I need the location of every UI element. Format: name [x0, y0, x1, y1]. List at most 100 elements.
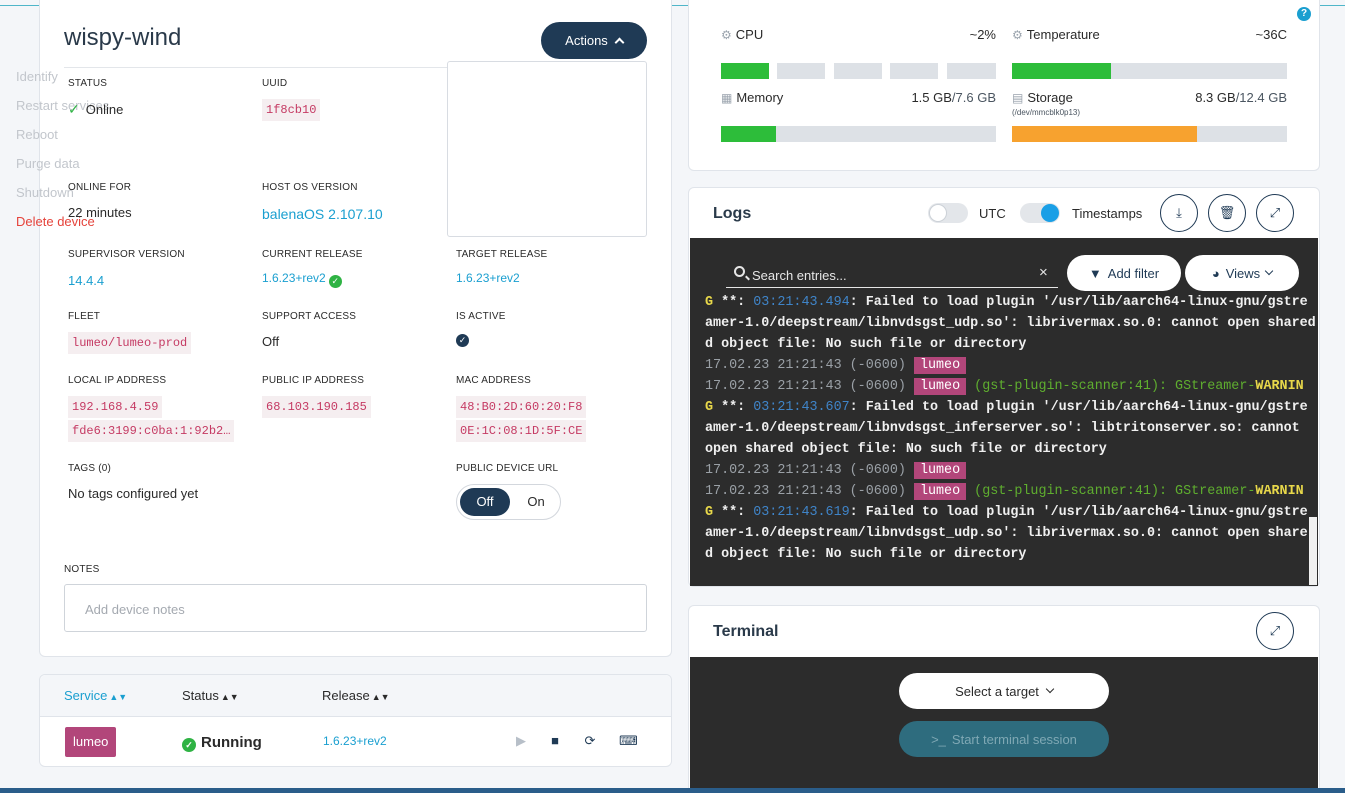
- log-time: 03:21:43.619: [753, 505, 850, 520]
- restart-icon[interactable]: ⟳: [581, 733, 599, 749]
- log-text: open shared object file: No such file or…: [705, 442, 1107, 457]
- cpu-bar-segment: [834, 63, 882, 79]
- host-os-link[interactable]: balenaOS 2.107.10: [262, 206, 383, 222]
- fleet-link[interactable]: lumeo/lumeo-prod: [68, 332, 192, 354]
- storage-bar: [1012, 126, 1287, 142]
- target-release-label: TARGET RELEASE: [456, 249, 548, 260]
- notes-textarea[interactable]: Add device notes: [64, 584, 647, 632]
- local-ip-value[interactable]: 192.168.4.59: [68, 396, 163, 418]
- chevron-up-icon: [614, 37, 625, 48]
- support-access-label: SUPPORT ACCESS: [262, 311, 357, 322]
- temperature-label: ⚙ Temperature: [1012, 27, 1100, 42]
- play-icon[interactable]: ▶: [512, 733, 530, 749]
- sort-icon: ▲▼: [220, 692, 239, 702]
- expand-terminal-button[interactable]: ⤢: [1256, 612, 1294, 650]
- cpu-bar-segment: [777, 63, 825, 79]
- menu-item-reboot[interactable]: Reboot: [16, 127, 58, 142]
- status-value: ✓ Online: [68, 101, 123, 118]
- online-for-label: ONLINE FOR: [68, 182, 132, 193]
- online-for-value: 22 minutes: [68, 205, 132, 220]
- log-text: amer-1.0/deepstream/libnvdsgst_udp.so': …: [705, 316, 1316, 331]
- uuid-label: UUID: [262, 78, 288, 89]
- mac-address-value[interactable]: 0E:1C:08:1D:5F:CE: [456, 420, 587, 442]
- log-scrollbar[interactable]: [1309, 517, 1317, 585]
- notes-label: NOTES: [64, 564, 100, 575]
- log-text: : Failed to load plugin '/usr/lib/aarch6…: [849, 505, 1308, 520]
- menu-item-purge-data[interactable]: Purge data: [16, 156, 80, 171]
- public-url-on-option[interactable]: On: [515, 488, 557, 516]
- status-text: Online: [85, 102, 124, 117]
- log-text: **:: [721, 295, 754, 310]
- column-header-service[interactable]: Service ▲▼: [64, 688, 127, 703]
- host-os-label: HOST OS VERSION: [262, 182, 358, 193]
- actions-menu: [447, 61, 647, 237]
- log-line: amer-1.0/deepstream/libnvdsgst_inferserv…: [705, 418, 1300, 439]
- log-line: 17.02.23 21:21:43 (-0600) lumeo (gst-plu…: [705, 481, 1304, 502]
- divider: [64, 67, 448, 68]
- start-session-label: Start terminal session: [951, 731, 1077, 747]
- column-header-status[interactable]: Status ▲▼: [182, 688, 239, 703]
- cpu-bar-segment: [947, 63, 996, 79]
- menu-item-identify[interactable]: Identify: [16, 69, 58, 84]
- log-search-input[interactable]: Search entries... ×: [726, 262, 1058, 288]
- select-target-dropdown[interactable]: Select a target: [899, 673, 1109, 709]
- mac-address-value[interactable]: 48:B0:2D:60:20:F8: [456, 396, 587, 418]
- memory-icon: ▦: [721, 91, 733, 105]
- device-metrics-card: [688, 0, 1320, 171]
- start-terminal-session-button[interactable]: >_ Start terminal session: [899, 721, 1109, 757]
- log-timestamp: 17.02.23 21:21:43 (-0600): [705, 463, 914, 478]
- log-level: G: [705, 505, 722, 520]
- clear-logs-button[interactable]: 🗑: [1208, 194, 1246, 232]
- column-header-release[interactable]: Release ▲▼: [322, 688, 390, 703]
- actions-button[interactable]: Actions: [541, 22, 647, 59]
- log-time: 03:21:43.494: [753, 295, 850, 310]
- public-url-off-option[interactable]: Off: [460, 488, 510, 516]
- log-timestamp: 17.02.23 21:21:43 (-0600): [705, 484, 914, 499]
- download-icon: ⤓: [1176, 205, 1182, 220]
- service-name-badge[interactable]: lumeo: [65, 727, 117, 757]
- log-line: 17.02.23 21:21:43 (-0600) lumeo (gst-plu…: [705, 376, 1304, 397]
- check-icon: ✓: [68, 101, 80, 117]
- close-icon[interactable]: ×: [1039, 264, 1048, 281]
- mac-address-label: MAC ADDRESS: [456, 375, 531, 386]
- search-placeholder: Search entries...: [752, 268, 847, 283]
- log-line: 17.02.23 21:21:43 (-0600) lumeo: [705, 460, 967, 481]
- utc-label: UTC: [979, 206, 1006, 221]
- target-release-link[interactable]: 1.6.23+rev2: [456, 271, 520, 285]
- log-text: **:: [721, 400, 754, 415]
- views-label: Views: [1225, 265, 1261, 281]
- check-circle-icon: ✓: [182, 738, 196, 752]
- storage-icon: ▤: [1012, 91, 1024, 105]
- uuid-value[interactable]: 1f8cb10: [262, 99, 321, 121]
- utc-toggle[interactable]: [928, 203, 968, 223]
- local-ip-label: LOCAL IP ADDRESS: [68, 375, 167, 386]
- service-status: ✓ Running: [182, 734, 262, 752]
- log-source: (gst-plugin-scanner:41): GStreamer-: [966, 379, 1256, 394]
- menu-item-shutdown[interactable]: Shutdown: [16, 185, 74, 200]
- memory-value: 1.5 GB/7.6 GB: [880, 90, 996, 105]
- log-level: WARNIN: [1255, 379, 1304, 394]
- temperature-bar: [1012, 63, 1287, 79]
- log-line: G **: 03:21:43.607: Failed to load plugi…: [705, 397, 1308, 418]
- log-text: amer-1.0/deepstream/libnvdsgst_inferserv…: [705, 421, 1300, 436]
- service-release-link[interactable]: 1.6.23+rev2: [323, 734, 387, 748]
- terminal-icon[interactable]: ⌨: [619, 733, 638, 749]
- stop-icon[interactable]: ■: [546, 733, 564, 749]
- views-button[interactable]: ◕ Views: [1185, 255, 1299, 291]
- download-logs-button[interactable]: ⤓: [1160, 194, 1198, 232]
- add-filter-button[interactable]: ▼ Add filter: [1067, 255, 1181, 291]
- public-url-label: PUBLIC DEVICE URL: [456, 463, 559, 474]
- local-ip-value[interactable]: fde6:3199:c0ba:1:92b2…: [68, 420, 235, 442]
- expand-logs-button[interactable]: ⤢: [1256, 194, 1294, 232]
- check-circle-icon: ✓: [328, 275, 342, 288]
- question-icon[interactable]: ?: [1297, 7, 1311, 21]
- timestamps-label: Timestamps: [1072, 206, 1143, 221]
- public-ip-value[interactable]: 68.103.190.185: [262, 396, 371, 418]
- current-release-label: CURRENT RELEASE: [262, 249, 363, 260]
- current-release-link[interactable]: 1.6.23+rev2: [262, 271, 326, 285]
- memory-bar-fill: [721, 126, 776, 142]
- memory-used: 1.5 GB: [911, 90, 952, 105]
- supervisor-link[interactable]: 14.4.4: [68, 273, 104, 288]
- current-release-value[interactable]: 1.6.23+rev2 ✓: [262, 271, 342, 288]
- timestamps-toggle[interactable]: [1020, 203, 1060, 223]
